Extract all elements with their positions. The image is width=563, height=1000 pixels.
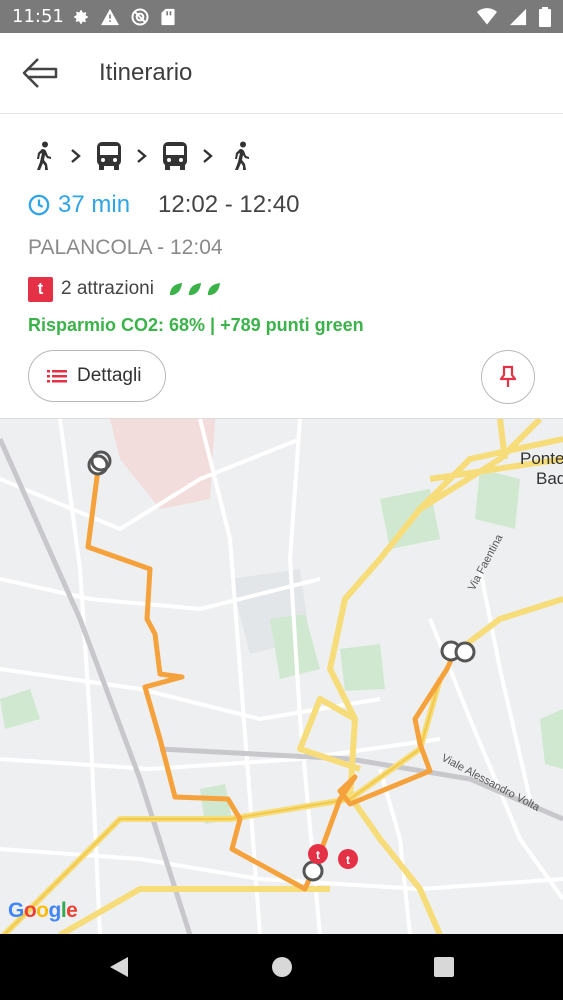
chevron-right-icon: [124, 148, 160, 164]
details-label: Dettagli: [77, 365, 142, 386]
clock-icon: [28, 194, 50, 216]
nav-back-button[interactable]: [106, 954, 132, 980]
chevron-right-icon: [190, 148, 226, 164]
route-map[interactable]: t t Ponte Bad Via Faentina Viale Alessan…: [0, 418, 563, 935]
map-park: [340, 644, 385, 691]
transport-modes: [28, 140, 256, 172]
nav-home-button[interactable]: [269, 954, 295, 980]
nav-recents-button[interactable]: [431, 954, 457, 980]
pin-icon: [499, 365, 517, 387]
departure-stop: PALANCOLA - 12:04: [28, 236, 223, 259]
green-leaves: [168, 282, 221, 297]
back-arrow-icon: [22, 58, 58, 88]
attraction-marker-label: t: [346, 853, 350, 867]
leaf-icon: [188, 282, 202, 295]
list-icon: [47, 370, 67, 383]
signal-icon: [509, 8, 527, 26]
system-nav-bar: [0, 934, 563, 1000]
trip-duration: 37 min: [58, 191, 131, 218]
co2-savings: Risparmio CO2: 68% | +789 punti green: [28, 315, 364, 335]
nav-back-icon: [110, 957, 128, 977]
status-time: 11:51: [12, 6, 64, 27]
map-park: [0, 689, 40, 729]
gear-icon: [74, 10, 88, 24]
status-icons-right: [477, 7, 551, 27]
map-park: [540, 709, 563, 769]
leaf-icon: [169, 282, 183, 295]
warning-icon: [101, 8, 119, 26]
chevron-right-icon: [58, 148, 94, 164]
attractions-count: 2 attrazioni: [61, 278, 154, 299]
no-data-icon: [131, 8, 149, 26]
app-bar: Itinerario: [0, 33, 563, 114]
wifi-icon: [477, 8, 497, 25]
back-button[interactable]: [18, 51, 62, 95]
status-bar: 11:51: [0, 0, 563, 33]
sd-card-icon: [161, 8, 175, 26]
map-label-bad: Bad: [536, 469, 563, 488]
map-block: [110, 419, 215, 509]
attractions-row: t 2 attrazioni: [28, 276, 221, 302]
nav-recents-icon: [434, 957, 454, 977]
nav-home-icon: [272, 957, 292, 977]
map-park: [475, 469, 520, 529]
trip-time-range: 12:02 - 12:40: [158, 191, 300, 218]
pin-button[interactable]: [481, 350, 535, 404]
time-row: 37 min 12:02 - 12:40: [28, 190, 300, 220]
bus-icon: [94, 140, 124, 172]
transfer-marker[interactable]: [302, 860, 324, 882]
status-icons-left: [72, 7, 176, 27]
destination-marker[interactable]: [454, 641, 476, 663]
attraction-marker-label: t: [316, 848, 320, 862]
trip-card: 37 min 12:02 - 12:40 PALANCOLA - 12:04 t…: [0, 114, 563, 418]
details-button[interactable]: Dettagli: [28, 350, 166, 402]
map-canvas[interactable]: t t: [0, 419, 563, 935]
page-title: Itinerario: [99, 59, 193, 86]
battery-icon: [539, 7, 551, 27]
google-logo[interactable]: Google: [8, 899, 78, 923]
leaf-icon: [207, 282, 221, 295]
map-label-ponte: Ponte: [520, 449, 563, 468]
walk-icon: [226, 140, 256, 172]
attraction-badge-icon: t: [28, 276, 53, 302]
bus-icon: [160, 140, 190, 172]
walk-icon: [28, 140, 58, 172]
